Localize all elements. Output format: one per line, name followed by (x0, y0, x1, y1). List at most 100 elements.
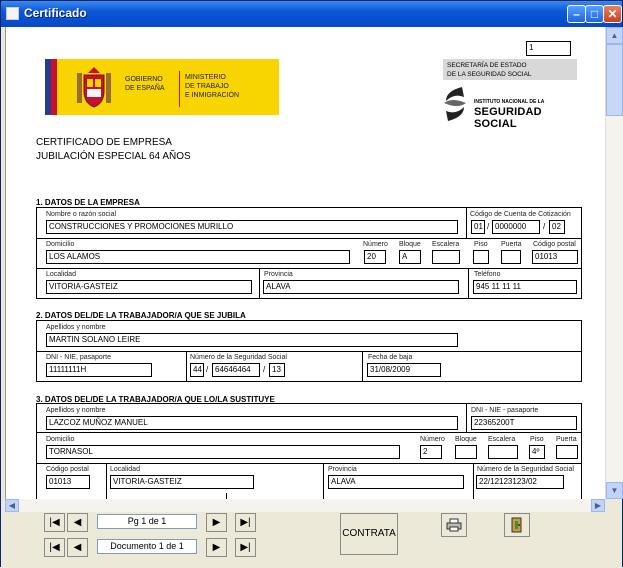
prev-doc-button[interactable]: ◀ (67, 538, 88, 557)
first-page-button[interactable]: |◀ (44, 513, 65, 532)
prev-doc-icon: ◀ (73, 542, 82, 553)
s1-label-provincia: Provincia (264, 271, 293, 278)
vertical-scrollbar[interactable]: ▲ ▼ (605, 27, 623, 499)
s2-nss2-field[interactable]: 64646464 (212, 363, 260, 377)
s3-dni-field[interactable]: 22365200T (471, 416, 577, 430)
seguridad-social-logo: INSTITUTO NACIONAL DE LA SEGURIDAD SOCIA… (440, 83, 578, 130)
exit-button[interactable] (504, 513, 530, 537)
s2-label-apellidos: Apellidos y nombre (46, 324, 106, 331)
s1-nombre-field[interactable]: CONSTRUCCIONES Y PROMOCIONES MURILLO (46, 220, 458, 234)
next-page-button[interactable]: ▶ (206, 513, 227, 532)
s3-label-provincia: Provincia (328, 466, 357, 473)
secretaria-box: SECRETARÍA DE ESTADO DE LA SEGURIDAD SOC… (443, 59, 577, 80)
s3-label-escalera: Escalera (488, 436, 516, 443)
s1-numero-field[interactable]: 20 (364, 250, 386, 264)
s3-nss-field[interactable]: 22/12123123/02 (476, 475, 564, 489)
title-bar[interactable]: Certificado – □ ✕ (1, 1, 622, 27)
s1-piso-field[interactable] (473, 250, 489, 264)
s3-apellidos-field[interactable]: LAZCOZ MUÑOZ MANUEL (46, 416, 458, 430)
s3-puerta-field[interactable] (556, 445, 578, 459)
s1-ccc1-field[interactable]: 01 (471, 220, 485, 234)
s1-localidad-field[interactable]: VITORIA-GASTEIZ (46, 280, 252, 294)
exit-door-icon (511, 517, 522, 533)
s1-puerta-field[interactable] (501, 250, 521, 264)
s1-ccc3-field[interactable]: 02 (549, 220, 565, 234)
min-line3: E INMIGRACIÓN (185, 92, 240, 99)
s1-escalera-field[interactable] (432, 250, 460, 264)
s3-domicilio-field[interactable]: TORNASOL (46, 445, 400, 459)
section-1-title: 1. DATOS DE LA EMPRESA (36, 198, 140, 207)
window-title: Certificado (24, 6, 87, 20)
s3-provincia-field[interactable]: ALAVA (328, 475, 464, 489)
last-doc-icon: ▶| (240, 542, 251, 553)
min-line1: MINISTERIO (185, 74, 226, 81)
sec-line2: DE LA SEGURIDAD SOCIAL (447, 71, 532, 78)
s2-nss3-field[interactable]: 13 (269, 363, 285, 377)
horizontal-scrollbar[interactable]: ◀ ▶ (5, 499, 605, 512)
s3-numero-field[interactable]: 2 (420, 445, 442, 459)
inss-big-text: SEGURIDAD SOCIAL (474, 106, 542, 130)
s3-label-localidad: Localidad (110, 466, 140, 473)
s1-label-piso: Piso (474, 241, 488, 248)
last-doc-button[interactable]: ▶| (235, 538, 256, 557)
s3-label-puerta: Puerta (556, 436, 577, 443)
document-viewport: 1 GOBIERNO DE ESPAÑA MINISTERIO DE TRABA… (5, 27, 606, 499)
s3-piso-field[interactable]: 4º (529, 445, 545, 459)
s3-label-numero: Número (420, 436, 445, 443)
s2-label-nss: Número de la Seguridad Social (190, 354, 287, 361)
vertical-scroll-thumb[interactable] (606, 44, 623, 116)
s1-label-puerta: Puerta (501, 241, 522, 248)
page-number-input[interactable]: 1 (526, 41, 571, 56)
prev-icon: ◀ (73, 517, 82, 528)
s1-label-escalera: Escalera (432, 241, 460, 248)
gobierno-logo: GOBIERNO DE ESPAÑA MINISTERIO DE TRABAJO… (45, 59, 279, 115)
s2-fecha-field[interactable]: 31/08/2009 (367, 363, 441, 377)
first-doc-button[interactable]: |◀ (44, 538, 65, 557)
s3-bloque-field[interactable] (455, 445, 477, 459)
maximize-button[interactable]: □ (585, 5, 604, 23)
s1-label-numero: Número (363, 241, 388, 248)
s3-escalera-field[interactable] (488, 445, 518, 459)
s1-domicilio-field[interactable]: LOS ALAMOS (46, 250, 350, 264)
doc-title-1: CERTIFICADO DE EMPRESA (36, 137, 172, 148)
scroll-down-button[interactable]: ▼ (606, 482, 623, 499)
scroll-right-button[interactable]: ▶ (591, 499, 605, 512)
s3-label-domicilio: Domicilio (46, 436, 75, 443)
s3-cp-field[interactable]: 01013 (46, 475, 90, 489)
s2-dni-field[interactable]: 11111111H (46, 363, 152, 377)
s1-label-cp: Código postal (533, 241, 576, 248)
close-button[interactable]: ✕ (603, 5, 622, 23)
s1-telefono-field[interactable]: 945 11 11 11 (473, 280, 577, 294)
certificado-window: Certificado – □ ✕ 1 GOBIERNO DE ESPAÑA M… (0, 0, 623, 568)
contrata-button[interactable]: CONTRATA (340, 513, 398, 555)
minimize-icon: – (573, 7, 580, 21)
sec-line1: SECRETARÍA DE ESTADO (447, 62, 527, 69)
page-label: Pg 1 de 1 (97, 514, 197, 529)
s3-label-dni: DNI - NIE - pasaporte (471, 407, 539, 414)
s2-label-fecha: Fecha de baja (368, 354, 413, 361)
s1-cp-field[interactable]: 01013 (532, 250, 578, 264)
close-icon: ✕ (607, 7, 618, 21)
s3-localidad-field[interactable]: VITORIA-GASTEIZ (110, 475, 254, 489)
last-icon: ▶| (240, 517, 251, 528)
print-button[interactable] (441, 513, 467, 537)
last-page-button[interactable]: ▶| (235, 513, 256, 532)
prev-page-button[interactable]: ◀ (67, 513, 88, 532)
inss-emblem-icon (440, 85, 470, 123)
s2-apellidos-field[interactable]: MARTIN SOLANO LEIRE (46, 333, 458, 347)
s2-nss1-field[interactable]: 44 (190, 363, 204, 377)
next-doc-icon: ▶ (212, 542, 221, 553)
scroll-left-button[interactable]: ◀ (5, 499, 19, 512)
next-doc-button[interactable]: ▶ (206, 538, 227, 557)
document-label: Documento 1 de 1 (97, 539, 197, 554)
next-icon: ▶ (212, 517, 221, 528)
minimize-button[interactable]: – (567, 5, 586, 23)
s1-bloque-field[interactable]: A (399, 250, 421, 264)
s1-ccc2-field[interactable]: 0000000 (492, 220, 540, 234)
arrow-up-icon: ▲ (610, 31, 619, 40)
doc-title-2: JUBILACIÓN ESPECIAL 64 AÑOS (36, 151, 191, 162)
s1-provincia-field[interactable]: ALAVA (263, 280, 459, 294)
scroll-up-button[interactable]: ▲ (606, 27, 623, 44)
arrow-down-icon: ▼ (610, 486, 619, 495)
navigation-bar: |◀ ◀ Pg 1 de 1 ▶ ▶| |◀ ◀ Documento 1 de … (1, 512, 622, 568)
